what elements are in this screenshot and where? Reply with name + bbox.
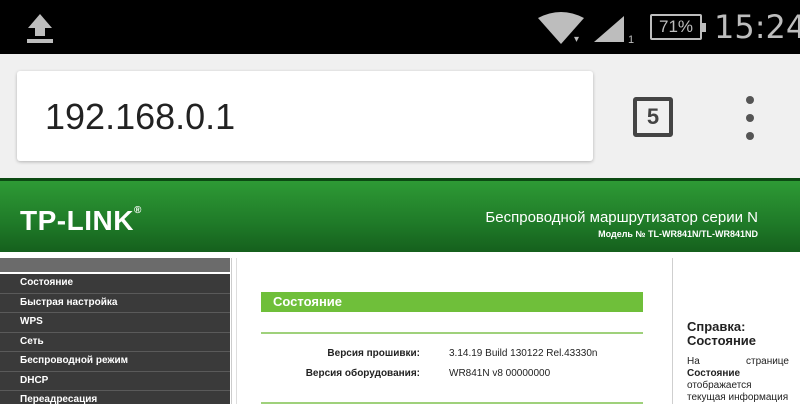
wifi-icon: ▾	[538, 12, 584, 44]
browser-toolbar: 192.168.0.1 5	[0, 54, 800, 178]
nav-item-network[interactable]: Сеть	[0, 332, 230, 352]
router-banner: TP-LINK® Беспроводной маршрутизатор сери…	[0, 178, 800, 252]
sim-label: 1	[628, 34, 634, 44]
section-title: Состояние	[273, 294, 343, 309]
clock: 15:24	[714, 8, 800, 46]
tab-count: 5	[646, 104, 660, 129]
tabs-switcher-icon[interactable]: 5	[633, 97, 673, 137]
sidebar-header	[0, 258, 230, 272]
router-model: Модель № TL-WR841N/TL-WR841ND	[598, 229, 758, 239]
android-status-bar: ▾ 1 71% 15:24	[0, 0, 800, 54]
router-content: Состояние Версия прошивки: 3.14.19 Build…	[236, 258, 670, 404]
help-panel: Справка: Состояние На странице Состояние …	[672, 258, 800, 404]
upload-icon	[27, 14, 53, 43]
battery-icon: 71%	[650, 14, 706, 40]
help-text: На странице Состояние отображается текуща…	[687, 356, 789, 403]
overflow-menu-icon[interactable]	[737, 96, 763, 140]
nav-item-forwarding[interactable]: Переадресация	[0, 391, 230, 404]
battery-level: 71%	[658, 17, 694, 36]
router-sidebar: Состояние Быстрая настройка WPS Сеть Бес…	[0, 258, 232, 404]
cell-signal-icon: 1	[594, 16, 634, 44]
router-page: TP-LINK® Беспроводной маршрутизатор сери…	[0, 178, 800, 404]
firmware-label: Версия прошивки:	[327, 348, 420, 359]
svg-text:▾: ▾	[574, 34, 579, 44]
nav-item-wps[interactable]: WPS	[0, 313, 230, 333]
section-header: Состояние	[261, 292, 643, 312]
hardware-label: Версия оборудования:	[305, 368, 420, 379]
hardware-value: WR841N v8 00000000	[449, 368, 551, 379]
help-title: Справка: Состояние	[687, 319, 757, 348]
nav-item-wireless[interactable]: Беспроводной режим	[0, 352, 230, 372]
nav-item-dhcp[interactable]: DHCP	[0, 371, 230, 391]
router-nav: Состояние Быстрая настройка WPS Сеть Бес…	[0, 274, 230, 404]
router-title: Беспроводной маршрутизатор серии N	[485, 209, 758, 226]
nav-item-status[interactable]: Состояние	[0, 274, 230, 294]
address-bar[interactable]: 192.168.0.1	[17, 71, 593, 161]
firmware-value: 3.14.19 Build 130122 Rel.43330n	[449, 348, 598, 359]
tp-link-logo: TP-LINK®	[20, 205, 142, 236]
url-text[interactable]: 192.168.0.1	[45, 97, 235, 137]
divider	[261, 332, 643, 334]
nav-item-quick-setup[interactable]: Быстрая настройка	[0, 293, 230, 313]
